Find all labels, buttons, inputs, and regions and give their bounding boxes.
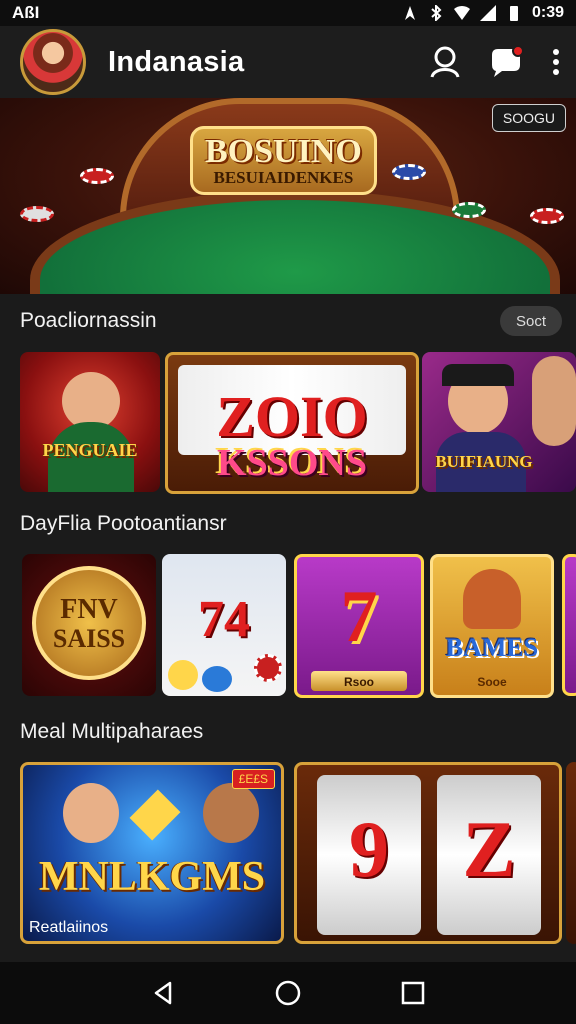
game-tile-title: BAMES xyxy=(445,633,539,662)
status-icons: 0:39 xyxy=(402,4,564,22)
clock: 0:39 xyxy=(531,4,564,21)
app-title: Indanasia xyxy=(108,45,245,78)
game-tile[interactable]: ZOIO KSSONS xyxy=(165,352,419,494)
game-tile-title: 74 xyxy=(198,591,250,648)
tile-tag: £E£S xyxy=(231,769,275,789)
reel-symbol: Z xyxy=(462,806,516,894)
game-tile[interactable]: FNV SAISS xyxy=(22,554,156,696)
game-tile-reels: ZOIO xyxy=(216,384,368,449)
game-row-3: MNLKGMS £E£S Reatlaiinos 9 Z xyxy=(0,762,576,946)
carrier-label: AßI xyxy=(12,3,40,22)
profile-avatar[interactable] xyxy=(20,29,86,95)
section-title-1: Poacliornassin xyxy=(20,309,157,332)
game-tile-title: KSSONS xyxy=(217,442,367,484)
animal-character-image xyxy=(463,569,521,629)
section-title-3: Meal Multipaharaes xyxy=(20,720,204,743)
coin-decoration xyxy=(168,660,198,690)
chip-decoration xyxy=(254,654,282,682)
app-bar: Indanasia xyxy=(0,26,576,98)
game-tile-title: BUIFIAUNG xyxy=(435,452,533,471)
recents-icon[interactable] xyxy=(400,980,426,1006)
character-hat xyxy=(442,364,514,386)
game-tile-label: Reatlaiinos xyxy=(29,919,109,936)
game-tile[interactable]: PENGUAIE xyxy=(20,352,160,492)
hero-logo-subtitle: BESUIAIDENKES xyxy=(213,168,354,187)
chat-notification-icon[interactable] xyxy=(488,45,524,79)
game-tile[interactable]: MNLKGMS £E£S Reatlaiinos xyxy=(20,762,284,944)
game-tile-label: Rsoo xyxy=(344,675,374,689)
emblem-decoration xyxy=(129,789,181,841)
character-image xyxy=(63,783,119,843)
battery-icon xyxy=(509,6,518,21)
game-tile-title: MNLKGMS xyxy=(38,854,266,900)
character-image-2 xyxy=(203,783,259,843)
back-icon[interactable] xyxy=(150,980,176,1006)
wifi-icon xyxy=(453,5,470,21)
game-tile-label: Sooe xyxy=(477,675,507,689)
game-tile[interactable]: BUIFIAUNG xyxy=(422,352,576,492)
bluetooth-icon xyxy=(431,5,442,21)
game-row-1: PENGUAIE ZOIO KSSONS BUIFIAUNG xyxy=(0,352,576,494)
game-tile[interactable]: BAMES Sooe xyxy=(430,554,554,698)
system-nav-bar xyxy=(0,962,576,1024)
game-tile-partial[interactable] xyxy=(562,554,576,696)
section-title-2: DayFlia Pootoantiansr xyxy=(20,512,227,535)
game-tile[interactable]: 7 Rsoo xyxy=(294,554,424,698)
game-row-2: FNV SAISS 74 7 Rsoo BAMES Sooe xyxy=(0,554,576,698)
game-tile-title: 7 xyxy=(340,576,378,658)
hero-badge[interactable]: SOOGU xyxy=(491,104,566,132)
location-icon xyxy=(404,6,415,20)
hero-banner[interactable]: BOSUINO BESUIAIDENKES SOOGU xyxy=(0,98,576,294)
signal-icon xyxy=(479,5,496,21)
hero-logo-title: BOSUINO xyxy=(205,133,362,170)
game-tile-title: FNV xyxy=(60,594,118,625)
hero-logo: BOSUINO BESUIAIDENKES xyxy=(190,126,377,195)
more-options-icon[interactable] xyxy=(550,45,562,79)
game-tile-subtitle: SAISS xyxy=(52,624,126,653)
home-icon[interactable] xyxy=(275,980,301,1006)
search-icon[interactable] xyxy=(428,45,462,79)
game-tile[interactable]: 74 xyxy=(162,554,286,696)
game-tile-partial[interactable] xyxy=(566,762,576,944)
game-tile-title: PENGUAIE xyxy=(42,440,138,460)
game-tile[interactable]: 9 Z xyxy=(294,762,562,944)
reel-symbol: 9 xyxy=(349,806,389,894)
chip-decoration xyxy=(202,666,232,692)
character-image-2 xyxy=(532,356,576,446)
status-bar: AßI 0:39 xyxy=(0,0,576,26)
section-1-action-button[interactable]: Soct xyxy=(499,306,562,336)
app-bar-actions xyxy=(428,45,562,79)
